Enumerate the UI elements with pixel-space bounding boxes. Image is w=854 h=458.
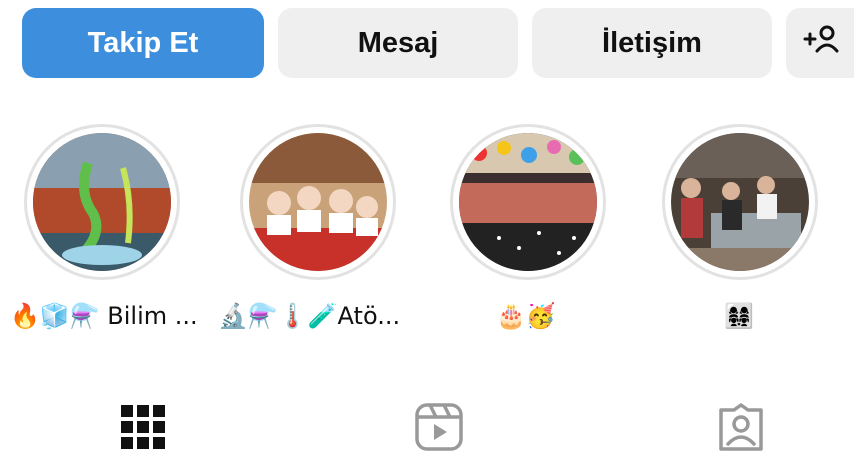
contact-button[interactable]: İletişim [532,8,772,78]
science-fair-photo [33,133,171,271]
highlight-3[interactable] [448,124,608,280]
highlight-ring [662,124,818,280]
lab-kids-photo [249,133,387,271]
highlight-2[interactable] [238,124,398,280]
add-user-button[interactable] [786,8,854,78]
highlight-2-label: 🔬⚗️🌡️🧪Atö... [218,302,401,330]
grid-icon [119,403,167,456]
highlight-ring [240,124,396,280]
contact-label: İletişim [602,26,702,59]
party-photo [459,133,597,271]
museum-visit-photo [671,133,809,271]
follow-label: Takip Et [87,26,199,59]
highlight-1[interactable] [22,124,182,280]
message-button[interactable]: Mesaj [278,8,518,78]
tab-grid[interactable] [116,402,170,456]
highlight-3-label: 🎂🥳 [496,302,556,330]
highlight-1-label: 🔥🧊⚗️ Bilim ... [10,302,198,330]
highlight-ring [24,124,180,280]
highlight-ring [450,124,606,280]
highlight-4[interactable] [660,124,820,280]
tagged-icon [716,402,766,457]
add-user-icon [801,19,841,67]
highlight-4-label: 👩‍👩‍👧‍👧 [724,302,754,330]
reels-icon [414,402,464,457]
follow-button[interactable]: Takip Et [22,8,264,78]
tab-tagged[interactable] [714,402,768,456]
message-label: Mesaj [357,26,439,59]
tab-reels[interactable] [412,402,466,456]
